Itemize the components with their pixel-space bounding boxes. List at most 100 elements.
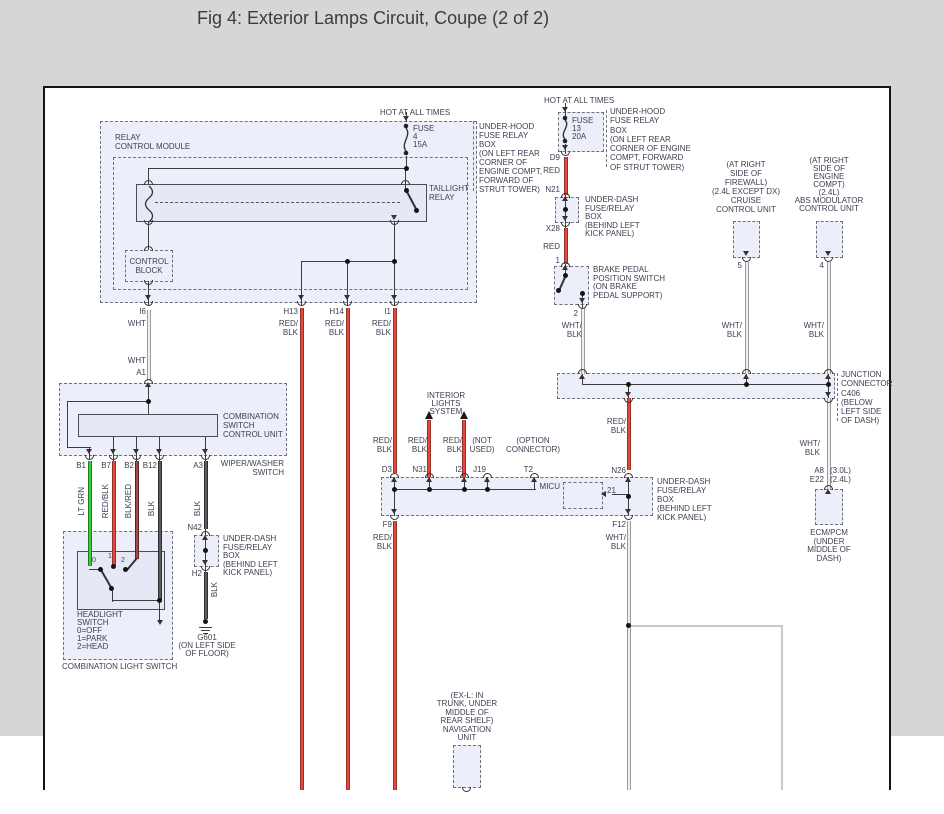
micu-pin21-arrow-icon [601, 491, 606, 497]
relay-coil-symbol [144, 185, 154, 223]
pin-arrow-icon [743, 374, 749, 379]
figure-title: Fig 4: Exterior Lamps Circuit, Coupe (2 … [197, 8, 550, 28]
wire-label-whtblk: WHT/ BLK [803, 321, 824, 339]
wire-label-redblk: RED/ BLK [278, 319, 298, 337]
wire-blk-h2 [204, 572, 208, 619]
pin-n42: N42 [187, 523, 202, 532]
wire-red-x28-bp [564, 228, 568, 264]
wire-redblk-h13 [300, 308, 304, 790]
pin-a3: A3 [193, 461, 203, 470]
connector-arc [144, 180, 153, 185]
left-margin [0, 86, 43, 736]
wire-redblk-b7 [112, 461, 116, 565]
taillight-relay-box [136, 184, 427, 222]
wire-whtblk-bp-junction [581, 308, 585, 374]
pin-n31: N31 [412, 465, 427, 474]
pin-h2: H2 [191, 569, 202, 578]
junction-dot [563, 207, 568, 212]
pin-d3: D3 [381, 465, 392, 474]
wiper-washer-label: WIPER/WASHER SWITCH [220, 459, 284, 477]
pin-arrow-icon [825, 392, 831, 397]
relay-out-line [394, 221, 396, 262]
underdash-small-label: UNDER-DASH FUSE/RELAY BOX (BEHIND LEFT K… [223, 534, 278, 578]
wiring-diagram-page: Fig 4: Exterior Lamps Circuit, Coupe (2 … [0, 0, 944, 814]
junction-bus [583, 384, 830, 386]
pin-arrow-icon [391, 477, 397, 482]
pin-arrow-icon [145, 382, 151, 387]
wire-whtblk-f12 [627, 521, 631, 790]
pin-arrow-icon [825, 489, 831, 494]
b12-drop [159, 600, 161, 621]
wire-label-wht: WHT [127, 319, 146, 328]
pin-micu-21: 21 [607, 486, 616, 495]
wire-label-whtblk: WHT/ BLK [799, 439, 820, 457]
right-margin [891, 86, 944, 736]
pin-arrow-icon [391, 295, 397, 300]
connector-arc [401, 180, 410, 185]
pin-a1: A1 [136, 368, 146, 377]
feed-arrow-icon [562, 107, 568, 112]
pin-arrow-icon [625, 509, 631, 514]
wire-label-blk: BLK [193, 501, 202, 517]
wire-label-redblk: RED/ BLK [606, 417, 626, 435]
pin-arrow-icon [743, 251, 749, 256]
pin-arrow-icon [625, 477, 631, 482]
pin-n26: N26 [611, 466, 626, 475]
junction-dot [392, 487, 397, 492]
micu-box [563, 482, 603, 509]
headlight-switch-label: HEADLIGHT SWITCH 0=OFF 1=PARK 2=HEAD [77, 610, 123, 651]
interior-lights-label: INTERIOR LIGHTS SYSTEM [426, 391, 466, 416]
headlight-pos-1: 1 [108, 553, 112, 560]
pin-brake-2: 2 [573, 309, 578, 318]
pin-arrow-icon [562, 196, 568, 201]
pin-b12: B12 [142, 461, 157, 470]
combination-light-switch-label: COMBINATION LIGHT SWITCH [62, 662, 178, 671]
pin-h13: H13 [283, 307, 298, 316]
option-connector-label: (OPTION CONNECTOR) [505, 436, 561, 454]
not-used-label: (NOT USED) [469, 436, 495, 454]
junction-dot [462, 487, 467, 492]
pin-arrow-icon [579, 298, 585, 303]
pin-cruise-5: 5 [737, 261, 742, 270]
ground-dot [203, 619, 208, 624]
wire-label-wht: WHT [127, 356, 146, 365]
pin-arrow-icon [562, 145, 568, 150]
wire-label-redblk: RED/ BLK [372, 533, 392, 551]
relay-contact-dot [404, 188, 409, 193]
connector-arc [462, 787, 471, 792]
wire-redblk-n26 [627, 398, 631, 470]
wire-label-red: RED [543, 242, 560, 251]
junction-dot [392, 259, 397, 264]
control-block-label: CONTROL BLOCK [129, 257, 169, 275]
junction-connector-label: JUNCTION CONNECTOR C406 (BELOW LEFT SIDE… [841, 370, 893, 426]
taillight-relay-label: TAILLIGHT RELAY [429, 184, 469, 202]
pin-b2: B2 [124, 461, 134, 470]
wire-wht-i6-a1 [147, 310, 151, 381]
pin-h14: H14 [329, 307, 344, 316]
junction-dot [485, 487, 490, 492]
pin-arrow-icon [825, 374, 831, 379]
ground-bar-icon [199, 627, 212, 629]
pin-arrow-icon [426, 477, 432, 482]
pin-j19: J19 [473, 465, 486, 474]
ecm-pcm-box [815, 489, 843, 525]
wire-redblk-h14 [346, 308, 350, 790]
junction-dot [626, 382, 631, 387]
cruise-control-unit-label: (AT RIGHT SIDE OF FIREWALL) (2.4L EXCEPT… [711, 160, 781, 214]
relay-feed-bus [149, 168, 408, 170]
pin-arrow-icon [156, 449, 162, 454]
pin-brake-1: 1 [555, 256, 560, 265]
headlight-contact2-dot [123, 567, 128, 572]
label-bracket [473, 121, 474, 191]
junction-dot [157, 598, 162, 603]
pin-b7: B7 [101, 461, 111, 470]
label-bracket [606, 110, 607, 167]
underdash-right-label: UNDER-DASH FUSE/RELAY BOX (BEHIND LEFT K… [585, 195, 640, 239]
hot-at-all-times-label: HOT AT ALL TIMES [380, 108, 451, 117]
switch-arrow-icon [157, 620, 163, 625]
ground-g601-label: G601 (ON LEFT SIDE OF FLOOR) [178, 633, 236, 658]
pin-arrow-icon [579, 374, 585, 379]
junction-dot [744, 382, 749, 387]
brake-contact-dot [563, 273, 568, 278]
pin-i2: I2 [455, 465, 462, 474]
